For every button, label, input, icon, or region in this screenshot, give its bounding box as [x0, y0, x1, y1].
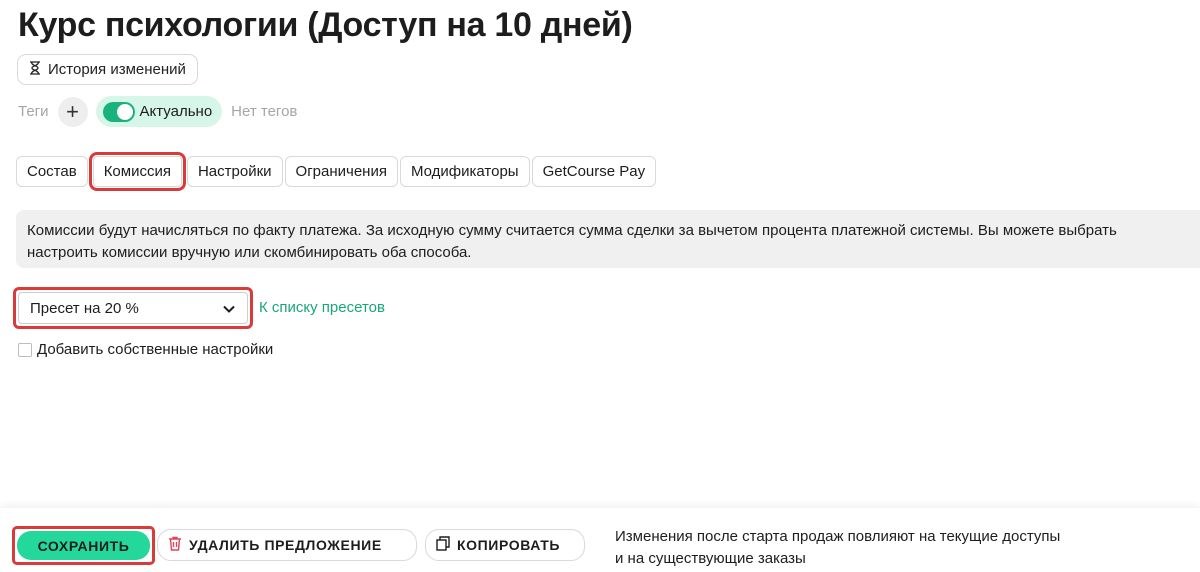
custom-settings-row[interactable]: Добавить собственные настройки [18, 341, 273, 358]
history-button[interactable]: История изменений [17, 54, 198, 85]
no-tags-text: Нет тегов [231, 103, 298, 120]
page-title: Курс психологии (Доступ на 10 дней) [18, 6, 633, 44]
notice-line-1: Изменения после старта продаж повлияют н… [615, 528, 1061, 545]
history-button-label: История изменений [48, 61, 186, 78]
copy-icon [436, 536, 450, 554]
tab-composition[interactable]: Состав [16, 156, 88, 187]
tab-settings[interactable]: Настройки [186, 156, 283, 187]
save-button-highlight: СОХРАНИТЬ [12, 526, 155, 565]
preset-select-value: Пресет на 20 % [30, 299, 139, 317]
tabs: Состав Комиссия Настройки Ограничения Мо… [16, 152, 657, 191]
preset-list-link[interactable]: К списку пресетов [259, 299, 385, 316]
tab-commission[interactable]: Комиссия [88, 152, 186, 191]
chevron-down-icon [223, 300, 235, 317]
bottom-action-bar: СОХРАНИТЬ УДАЛИТЬ ПРЕДЛОЖЕНИЕ КОПИРОВАТЬ… [0, 508, 1200, 572]
tags-row: Теги + Актуально Нет тегов [18, 96, 297, 127]
add-tag-button[interactable]: + [57, 96, 88, 127]
tab-getcourse-pay[interactable]: GetCourse Pay [531, 156, 657, 187]
info-line-1: Комиссии будут начисляться по факту плат… [27, 222, 1117, 239]
toggle-switch[interactable] [102, 101, 135, 122]
custom-settings-checkbox[interactable] [18, 342, 32, 357]
status-label: Актуально [139, 103, 213, 120]
custom-settings-label: Добавить собственные настройки [37, 341, 274, 358]
save-button[interactable]: СОХРАНИТЬ [17, 531, 150, 560]
hourglass-icon [29, 60, 41, 79]
preset-select[interactable]: Пресет на 20 % [18, 292, 248, 324]
copy-button-label: КОПИРОВАТЬ [457, 537, 561, 553]
tags-label: Теги [18, 103, 49, 120]
delete-offer-label: УДАЛИТЬ ПРЕДЛОЖЕНИЕ [189, 537, 382, 553]
delete-offer-button[interactable]: УДАЛИТЬ ПРЕДЛОЖЕНИЕ [157, 529, 417, 561]
tab-modifiers[interactable]: Модификаторы [399, 156, 530, 187]
status-toggle[interactable]: Актуально [95, 96, 223, 127]
trash-icon [168, 536, 182, 554]
info-line-2: настроить комиссии вручную или скомбинир… [27, 244, 472, 261]
notice-line-2: и на существующие заказы [615, 550, 806, 567]
tab-restrictions[interactable]: Ограничения [284, 156, 398, 187]
preset-select-highlight: Пресет на 20 % [13, 287, 253, 329]
sales-change-notice: Изменения после старта продаж повлияют н… [615, 526, 1060, 570]
commission-info-box: Комиссии будут начисляться по факту плат… [16, 210, 1200, 268]
copy-button[interactable]: КОПИРОВАТЬ [425, 529, 585, 561]
